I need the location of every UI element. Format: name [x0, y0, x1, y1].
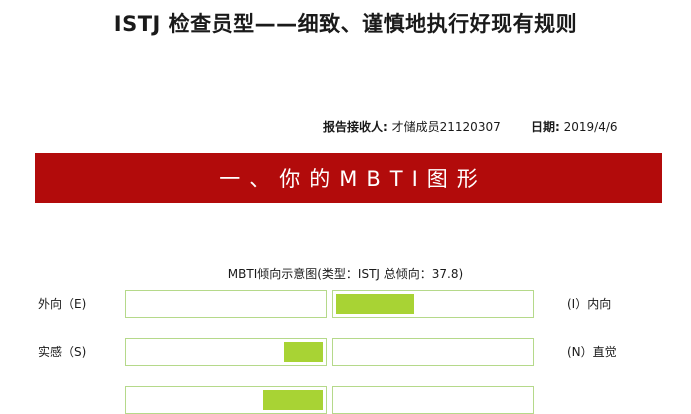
section-heading: 一、你的MBTI图形 — [219, 167, 487, 191]
recipient-value: 才储成员21120307 — [391, 120, 501, 134]
bar-box-left — [125, 338, 327, 366]
bar-box-right — [332, 386, 534, 414]
report-date: 日期: 2019/4/6 — [531, 119, 618, 135]
date-value: 2019/4/6 — [563, 120, 618, 134]
row-right-label: (N）直觉 — [567, 345, 617, 359]
bar-box-right — [332, 338, 534, 366]
chart-title: MBTI倾向示意图(类型：ISTJ 总倾向：37.8) — [227, 267, 464, 281]
row-left-label: 外向（E) — [38, 297, 87, 311]
page-title: ISTJ 检查员型——细致、谨慎地执行好现有规则 — [113, 12, 578, 36]
report-recipient: 报告接收人: 才储成员21120307 — [323, 119, 501, 135]
bar-box-left — [125, 290, 327, 318]
recipient-label: 报告接收人: — [323, 120, 388, 134]
bar-fill — [284, 342, 323, 362]
bar-box-left — [125, 386, 327, 414]
row-left-label: 实感（S) — [38, 345, 87, 359]
row-right-label: (I）内向 — [567, 297, 612, 311]
bar-fill — [263, 390, 323, 410]
bar-fill — [336, 294, 414, 314]
section-banner: 一、你的MBTI图形 — [35, 153, 662, 203]
date-label: 日期: — [531, 120, 560, 134]
bar-box-right — [332, 290, 534, 318]
